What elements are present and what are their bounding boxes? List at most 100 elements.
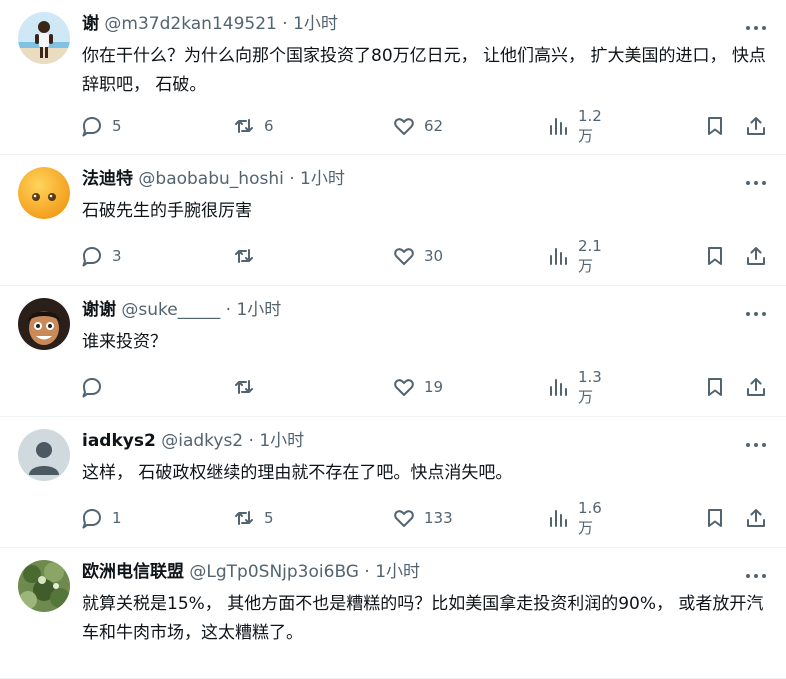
retweet-count: 5 — [264, 509, 274, 527]
retweet-button[interactable] — [232, 374, 264, 400]
reply-icon — [82, 247, 101, 267]
timestamp[interactable]: 1小时 — [375, 562, 420, 582]
more-dots-icon — [746, 443, 766, 447]
post-header: 法迪特 @baobabu_hoshi · 1小时 — [82, 167, 345, 191]
views-button[interactable]: 1.2万 — [546, 107, 602, 145]
avatar[interactable] — [18, 167, 70, 219]
like-button[interactable]: 19 — [392, 374, 443, 400]
share-icon — [747, 247, 765, 265]
post[interactable]: 谢谢 @suke_____ · 1小时 谁来投资？ 19 1.3万 — [0, 286, 786, 417]
views-chart-icon — [550, 118, 567, 135]
like-button[interactable]: 62 — [392, 113, 443, 139]
timestamp[interactable]: 1小时 — [236, 300, 281, 320]
heart-icon — [394, 248, 414, 265]
user-handle[interactable]: @LgTp0SNjp3oi6BG — [189, 562, 359, 582]
post[interactable]: 欧洲电信联盟 @LgTp0SNjp3oi6BG · 1小时 就算关税是15%， … — [0, 548, 786, 679]
retweet-count: 6 — [264, 117, 274, 135]
post-text: 石破先生的手腕很厉害 — [82, 201, 252, 221]
more-options-button[interactable] — [744, 18, 768, 30]
bookmark-button[interactable] — [703, 243, 727, 269]
view-count: 1.6万 — [578, 498, 602, 537]
post-header: 谢 @m37d2kan149521 · 1小时 — [82, 12, 338, 36]
retweet-button[interactable] — [232, 243, 264, 269]
views-chart-icon — [550, 248, 567, 265]
display-name[interactable]: iadkys2 — [82, 431, 156, 451]
post-text: 谁来投资？ — [82, 332, 167, 352]
avatar[interactable] — [18, 560, 70, 612]
avatar[interactable] — [18, 429, 70, 481]
post-text: 你在干什么？为什么向那个国家投资了80万亿日元， 让他们高兴， 扩大美国的进口，… — [82, 46, 766, 95]
retweet-icon — [235, 119, 253, 133]
post-text: 这样， 石破政权继续的理由就不存在了吧。快点消失吧。 — [82, 463, 513, 483]
bookmark-button[interactable] — [703, 113, 727, 139]
retweet-button[interactable]: 6 — [232, 113, 274, 139]
timestamp[interactable]: 1小时 — [300, 169, 345, 189]
like-count: 133 — [424, 509, 453, 527]
timestamp[interactable]: 1小时 — [293, 14, 338, 34]
share-button[interactable] — [744, 113, 768, 139]
share-icon — [747, 509, 765, 527]
share-button[interactable] — [744, 243, 768, 269]
default-user-avatar — [18, 429, 70, 481]
display-name[interactable]: 谢谢 — [82, 300, 116, 320]
reply-button[interactable]: 1 — [80, 505, 122, 531]
separator-dot: · — [248, 431, 254, 451]
display-name[interactable]: 法迪特 — [82, 169, 133, 189]
share-button[interactable] — [744, 374, 768, 400]
like-button[interactable]: 30 — [392, 243, 443, 269]
timestamp[interactable]: 1小时 — [259, 431, 304, 451]
person-on-beach-avatar — [18, 12, 70, 64]
bookmark-icon — [708, 117, 722, 135]
user-handle[interactable]: @suke_____ — [121, 300, 220, 320]
reply-count: 3 — [112, 247, 122, 265]
reply-count: 1 — [112, 509, 122, 527]
like-button[interactable]: 133 — [392, 505, 453, 531]
post[interactable]: iadkys2 @iadkys2 · 1小时 这样， 石破政权继续的理由就不存在… — [0, 417, 786, 548]
more-options-button[interactable] — [744, 173, 768, 185]
user-handle[interactable]: @baobabu_hoshi — [138, 169, 283, 189]
share-icon — [747, 378, 765, 396]
views-chart-icon — [550, 379, 567, 396]
user-handle[interactable]: @iadkys2 — [161, 431, 243, 451]
avatar[interactable] — [18, 298, 70, 350]
reply-button[interactable]: 3 — [80, 243, 122, 269]
post[interactable]: 谢 @m37d2kan149521 · 1小时 你在干什么？为什么向那个国家投资… — [0, 0, 786, 155]
like-count: 30 — [424, 247, 444, 265]
display-name[interactable]: 欧洲电信联盟 — [82, 562, 184, 582]
view-count: 1.2万 — [578, 106, 602, 145]
post-header: iadkys2 @iadkys2 · 1小时 — [82, 429, 304, 453]
reply-count: 5 — [112, 117, 122, 135]
post-text: 就算关税是15%， 其他方面不也是糟糕的吗？比如美国拿走投资利润的90%， 或者… — [82, 594, 764, 643]
user-handle[interactable]: @m37d2kan149521 — [104, 14, 276, 34]
share-button[interactable] — [744, 505, 768, 531]
reply-button[interactable] — [80, 374, 112, 400]
separator-dot: · — [225, 300, 232, 320]
more-options-button[interactable] — [744, 566, 768, 578]
timeline: 谢 @m37d2kan149521 · 1小时 你在干什么？为什么向那个国家投资… — [0, 0, 786, 679]
more-options-button[interactable] — [744, 304, 768, 316]
separator-dot: · — [364, 562, 370, 582]
more-options-button[interactable] — [744, 435, 768, 447]
views-chart-icon — [550, 510, 567, 527]
retweet-button[interactable]: 5 — [232, 505, 274, 531]
reply-button[interactable]: 5 — [80, 113, 122, 139]
post[interactable]: 法迪特 @baobabu_hoshi · 1小时 石破先生的手腕很厉害 3 30 — [0, 155, 786, 286]
bookmark-button[interactable] — [703, 505, 727, 531]
bookmark-button[interactable] — [703, 374, 727, 400]
view-count: 2.1万 — [578, 236, 602, 275]
cartoon-character-avatar — [18, 298, 70, 350]
views-button[interactable]: 1.6万 — [546, 499, 602, 537]
retweet-icon — [235, 511, 253, 525]
share-icon — [747, 117, 765, 135]
like-count: 62 — [424, 117, 444, 135]
more-dots-icon — [746, 26, 766, 30]
like-count: 19 — [424, 378, 444, 396]
display-name[interactable]: 谢 — [82, 14, 99, 34]
views-button[interactable]: 1.3万 — [546, 368, 602, 406]
avatar[interactable] — [18, 12, 70, 64]
retweet-icon — [235, 380, 253, 394]
more-dots-icon — [746, 181, 766, 185]
separator-dot: · — [282, 14, 288, 34]
heart-icon — [394, 118, 414, 135]
views-button[interactable]: 2.1万 — [546, 237, 602, 275]
